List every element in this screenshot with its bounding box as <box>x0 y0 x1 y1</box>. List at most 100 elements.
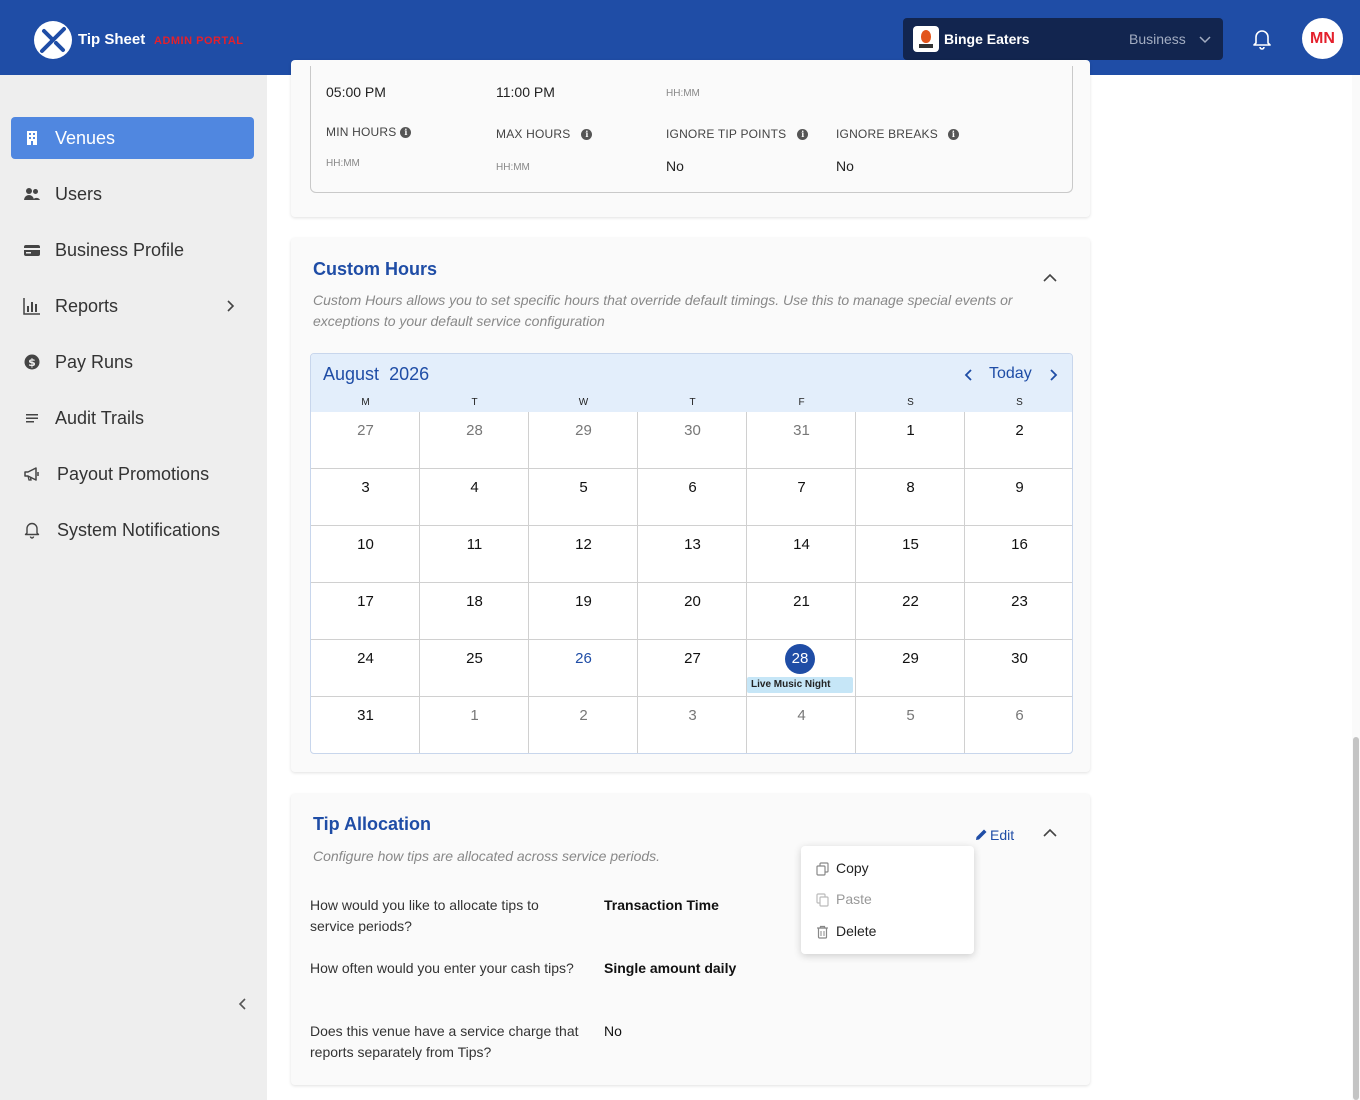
scrollbar-thumb[interactable] <box>1353 737 1359 1100</box>
start-time-value[interactable]: 05:00 PM <box>326 84 386 100</box>
calendar-day[interactable]: 24 <box>311 650 420 667</box>
sidebar-item-pay-runs[interactable]: $ Pay Runs <box>11 341 254 383</box>
sidebar-item-label: System Notifications <box>57 520 221 540</box>
weekday-header: T <box>471 397 478 408</box>
calendar-day[interactable]: 2 <box>529 707 638 724</box>
sidebar-item-payout-promotions[interactable]: Payout Promotions <box>11 453 254 495</box>
calendar-day[interactable]: 21 <box>747 593 856 610</box>
chevron-down-icon <box>1199 36 1211 44</box>
calendar-day[interactable]: 28 <box>420 422 529 439</box>
chevron-up-icon[interactable] <box>1042 826 1058 840</box>
user-avatar[interactable]: MN <box>1302 18 1343 59</box>
calendar-day[interactable]: 31 <box>747 422 856 439</box>
card-icon <box>24 245 40 256</box>
menu-item-paste[interactable]: Paste <box>801 885 974 915</box>
weekday-header: M <box>361 397 370 408</box>
calendar-day[interactable]: 6 <box>638 479 747 496</box>
business-selector[interactable]: Binge Eaters Business <box>903 18 1223 60</box>
copy-icon <box>816 862 829 876</box>
sidebar-item-audit-trails[interactable]: Audit Trails <box>11 397 254 439</box>
calendar-day[interactable]: 13 <box>638 536 747 553</box>
weekday-header: F <box>798 397 805 408</box>
sidebar-item-venues[interactable]: Venues <box>11 117 254 159</box>
max-hours-hint[interactable]: HH:MM <box>496 162 530 173</box>
calendar-day[interactable]: 11 <box>420 536 529 553</box>
sidebar-item-label: Pay Runs <box>55 352 134 372</box>
calendar-day[interactable]: 5 <box>856 707 965 724</box>
sidebar-item-users[interactable]: Users <box>11 173 254 215</box>
menu-item-copy[interactable]: Copy <box>801 854 974 884</box>
calendar-day[interactable]: 2 <box>965 422 1072 439</box>
calendar-day[interactable]: 27 <box>638 650 747 667</box>
svg-text:$: $ <box>28 356 36 369</box>
calendar-day[interactable]: 27 <box>311 422 420 439</box>
calendar-day[interactable]: 3 <box>311 479 420 496</box>
today-button[interactable]: Today <box>989 365 1032 383</box>
calendar-day-selected[interactable]: 28 <box>785 644 815 674</box>
calendar-day[interactable]: 10 <box>311 536 420 553</box>
dollar-coin-icon: $ <box>24 354 40 370</box>
cash-tips-answer: Single amount daily <box>604 960 737 976</box>
sidebar-item-label: Venues <box>55 128 116 148</box>
calendar-day[interactable]: 22 <box>856 593 965 610</box>
calendar-day[interactable]: 4 <box>747 707 856 724</box>
sidebar-item-reports[interactable]: Reports <box>11 285 254 327</box>
tipsheet-logo-icon[interactable] <box>34 21 72 59</box>
calendar-event[interactable]: Live Music Night <box>747 677 853 693</box>
grid-line <box>964 412 965 753</box>
chevron-right-icon[interactable] <box>1046 368 1060 382</box>
calendar-day[interactable]: 1 <box>856 422 965 439</box>
calendar-day[interactable]: 14 <box>747 536 856 553</box>
brand-subtitle: ADMIN PORTAL <box>154 35 244 47</box>
ignore-tip-points-value: No <box>666 158 684 174</box>
calendar-day[interactable]: 6 <box>965 707 1072 724</box>
calendar-day[interactable]: 30 <box>965 650 1072 667</box>
notifications-bell-icon[interactable] <box>1251 28 1273 50</box>
grid-line <box>311 639 1072 640</box>
collapse-sidebar-chevron-icon[interactable] <box>236 997 250 1011</box>
menu-item-label: Copy <box>836 860 869 876</box>
calendar-day[interactable]: 16 <box>965 536 1072 553</box>
menu-item-delete[interactable]: Delete <box>801 917 974 947</box>
chevron-left-icon[interactable] <box>962 368 976 382</box>
info-icon[interactable]: i <box>400 127 412 138</box>
edit-button[interactable]: Edit <box>975 827 1014 843</box>
calendar-day[interactable]: 20 <box>638 593 747 610</box>
building-icon <box>27 131 37 145</box>
calendar-day[interactable]: 30 <box>638 422 747 439</box>
calendar-day[interactable]: 19 <box>529 593 638 610</box>
calendar-day[interactable]: 7 <box>747 479 856 496</box>
weekday-header: W <box>578 397 589 408</box>
menu-item-label: Delete <box>836 923 877 939</box>
calendar-day[interactable]: 23 <box>965 593 1072 610</box>
chevron-up-icon[interactable] <box>1042 271 1058 285</box>
calendar-day[interactable]: 29 <box>529 422 638 439</box>
sidebar-item-system-notifications[interactable]: System Notifications <box>11 509 254 551</box>
calendar-day[interactable]: 31 <box>311 707 420 724</box>
calendar-day[interactable]: 8 <box>856 479 965 496</box>
info-icon[interactable]: i <box>581 129 593 140</box>
min-hours-hint[interactable]: HH:MM <box>326 158 360 169</box>
calendar-day[interactable]: 4 <box>420 479 529 496</box>
grid-line <box>746 412 747 753</box>
calendar-day[interactable]: 29 <box>856 650 965 667</box>
grid-line <box>419 412 420 753</box>
sidebar-item-business-profile[interactable]: Business Profile <box>11 229 254 271</box>
info-icon[interactable]: i <box>797 129 809 140</box>
time-hint[interactable]: HH:MM <box>666 88 700 99</box>
calendar-day[interactable]: 25 <box>420 650 529 667</box>
calendar-day[interactable]: 18 <box>420 593 529 610</box>
grid-line <box>311 582 1072 583</box>
info-icon[interactable]: i <box>947 129 959 140</box>
end-time-value[interactable]: 11:00 PM <box>496 84 555 100</box>
calendar-day[interactable]: 17 <box>311 593 420 610</box>
pencil-icon <box>976 829 987 840</box>
ignore-tip-points-label: IGNORE TIP POINTS i <box>666 127 809 141</box>
calendar-day[interactable]: 3 <box>638 707 747 724</box>
calendar-day[interactable]: 12 <box>529 536 638 553</box>
calendar-day[interactable]: 5 <box>529 479 638 496</box>
calendar-day-current[interactable]: 26 <box>529 650 638 667</box>
calendar-day[interactable]: 9 <box>965 479 1072 496</box>
calendar-day[interactable]: 15 <box>856 536 965 553</box>
calendar-day[interactable]: 1 <box>420 707 529 724</box>
